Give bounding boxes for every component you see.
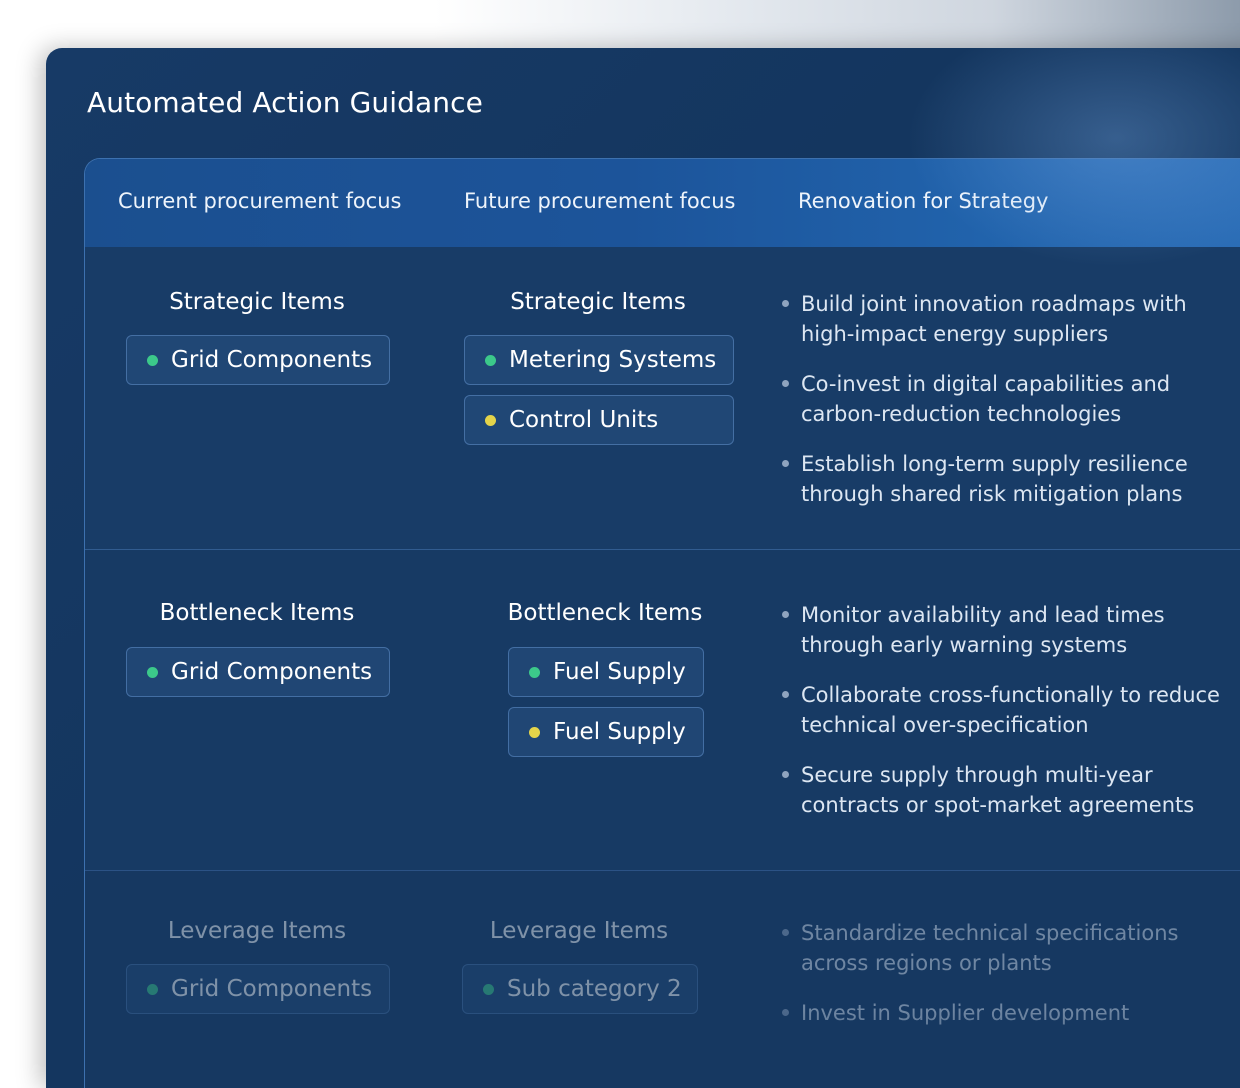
table-row-bottleneck: Bottleneck Items Grid Components Bottlen…	[85, 550, 1240, 871]
future-item-pill[interactable]: Fuel Supply	[508, 647, 704, 697]
status-dot-green-icon	[483, 983, 494, 995]
item-label: Control Units	[509, 407, 659, 433]
status-dot-green-icon	[147, 983, 158, 995]
item-label: Grid Components	[171, 347, 373, 373]
item-label: Sub category 2	[507, 976, 682, 1002]
status-dot-yellow-icon	[529, 726, 540, 738]
column-header-current: Current procurement focus	[118, 189, 402, 213]
future-item-pill[interactable]: Control Units	[464, 395, 734, 445]
status-dot-green-icon	[529, 666, 540, 678]
status-dot-yellow-icon	[485, 414, 496, 426]
action-bullet: Establish long-term supply resilience th…	[782, 449, 1221, 509]
future-item-pill[interactable]: Fuel Supply	[508, 707, 704, 757]
current-item-pill[interactable]: Grid Components	[126, 964, 390, 1014]
current-category-title: Strategic Items	[169, 289, 345, 315]
current-item-pill[interactable]: Grid Components	[126, 647, 390, 697]
action-bullet: Co-invest in digital capabilities and ca…	[782, 369, 1221, 429]
future-item-pill[interactable]: Sub category 2	[462, 964, 698, 1014]
action-bullet: Monitor availability and lead times thro…	[782, 600, 1221, 660]
guidance-table: Current procurement focus Future procure…	[84, 158, 1240, 1088]
action-bullet: Standardize technical specifications acr…	[782, 918, 1221, 978]
status-dot-green-icon	[147, 354, 158, 366]
status-dot-green-icon	[485, 354, 496, 366]
item-label: Grid Components	[171, 659, 373, 685]
action-guidance-card: Automated Action Guidance Current procur…	[46, 48, 1240, 1088]
table-row-leverage: Leverage Items Grid Components Leverage …	[85, 871, 1240, 1088]
item-label: Grid Components	[171, 976, 373, 1002]
future-item-pill[interactable]: Metering Systems	[464, 335, 734, 385]
table-row-strategic: Strategic Items Grid Components Strategi…	[85, 247, 1240, 550]
action-bullet: Collaborate cross-functionally to reduce…	[782, 680, 1221, 740]
future-category-title: Bottleneck Items	[507, 600, 703, 626]
table-header: Current procurement focus Future procure…	[85, 159, 1240, 247]
future-category-title: Strategic Items	[510, 289, 686, 315]
status-dot-green-icon	[147, 666, 158, 678]
item-label: Fuel Supply	[553, 719, 686, 745]
column-header-strategy: Renovation for Strategy	[798, 189, 1049, 213]
column-header-future: Future procurement focus	[464, 189, 736, 213]
current-category-title: Bottleneck Items	[159, 600, 355, 626]
action-bullet: Build joint innovation roadmaps with hig…	[782, 289, 1221, 349]
action-bullet: Secure supply through multi-year contrac…	[782, 760, 1221, 820]
card-title: Automated Action Guidance	[87, 86, 483, 119]
item-label: Metering Systems	[509, 347, 717, 373]
current-category-title: Leverage Items	[167, 918, 347, 944]
current-item-pill[interactable]: Grid Components	[126, 335, 390, 385]
action-bullet: Invest in Supplier development	[782, 998, 1221, 1028]
future-category-title: Leverage Items	[489, 918, 669, 944]
item-label: Fuel Supply	[553, 659, 686, 685]
